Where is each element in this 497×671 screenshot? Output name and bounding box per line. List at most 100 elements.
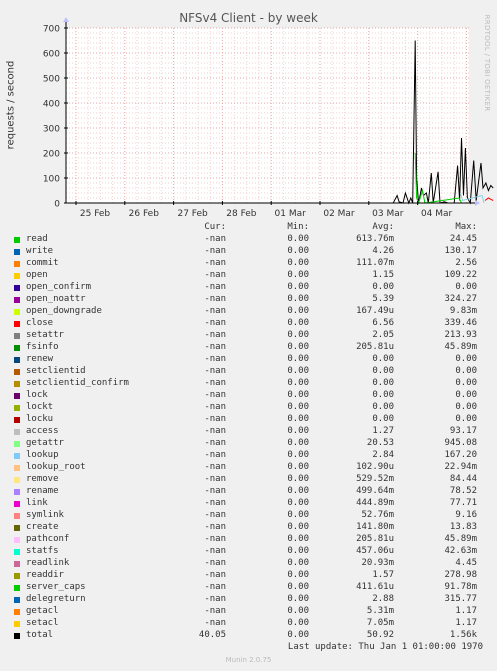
legend-cur: -nan xyxy=(204,330,226,340)
legend-swatch xyxy=(14,285,20,291)
legend-cur: -nan xyxy=(204,390,226,400)
x-tick-label: 01 Mar xyxy=(275,209,307,219)
legend-name: renew xyxy=(26,354,54,364)
munin-version: Munin 2.0.75 xyxy=(225,656,272,664)
y-tick-label: 600 xyxy=(43,50,60,60)
legend-name: commit xyxy=(26,258,59,268)
legend-swatch xyxy=(14,417,20,423)
legend-row: open_noattr -nan 0.00 5.39 324.27 xyxy=(0,294,497,306)
legend-row: lockt -nan 0.00 0.00 0.00 xyxy=(0,402,497,414)
legend-row: open_confirm -nan 0.00 0.00 0.00 xyxy=(0,282,497,294)
legend-avg: 457.06u xyxy=(356,546,394,556)
legend-avg: 20.93m xyxy=(361,558,394,568)
legend-swatch xyxy=(14,345,20,351)
legend-header-row: Cur: Min: Avg: Max: xyxy=(0,222,497,234)
legend-row: open -nan 0.00 1.15 109.22 xyxy=(0,270,497,282)
legend-max: 0.00 xyxy=(455,354,477,364)
legend-name: lookup_root xyxy=(26,462,86,472)
last-update: Last update: Thu Jan 1 01:00:00 1970 xyxy=(287,642,483,652)
legend-max: 45.89m xyxy=(444,342,477,352)
legend-name: link xyxy=(26,498,48,508)
legend-cur: -nan xyxy=(204,474,226,484)
legend-max: 1.17 xyxy=(455,618,477,628)
legend-avg: 0.00 xyxy=(372,282,394,292)
legend-cur: 40.05 xyxy=(198,630,226,640)
legend-swatch xyxy=(14,309,20,315)
legend-min: 0.00 xyxy=(287,354,309,364)
legend-row: rename -nan 0.00 499.64m 78.52 xyxy=(0,486,497,498)
legend-max: 84.44 xyxy=(449,474,477,484)
legend-avg: 5.39 xyxy=(372,294,394,304)
legend-cur: -nan xyxy=(204,378,226,388)
legend-max: 1.56k xyxy=(449,630,477,640)
legend-max: 0.00 xyxy=(455,282,477,292)
legend-row: create -nan 0.00 141.80m 13.83 xyxy=(0,522,497,534)
legend-name: create xyxy=(26,522,59,532)
legend-avg: 0.00 xyxy=(372,366,394,376)
legend-name: pathconf xyxy=(26,534,70,544)
x-tick-label: 04 Mar xyxy=(421,209,453,219)
legend-name: open_confirm xyxy=(26,282,92,292)
legend-cur: -nan xyxy=(204,354,226,364)
legend-swatch xyxy=(14,441,20,447)
legend-min: 0.00 xyxy=(287,522,309,532)
legend-swatch xyxy=(14,249,20,255)
legend-min: 0.00 xyxy=(287,594,309,604)
legend-swatch xyxy=(14,453,20,459)
legend-row: remove -nan 0.00 529.52m 84.44 xyxy=(0,474,497,486)
legend-min: 0.00 xyxy=(287,570,309,580)
legend-row: statfs -nan 0.00 457.06u 42.63m xyxy=(0,546,497,558)
legend-min: 0.00 xyxy=(287,450,309,460)
legend-swatch xyxy=(14,561,20,567)
legend-max: 0.00 xyxy=(455,390,477,400)
legend-swatch xyxy=(14,585,20,591)
legend-swatch xyxy=(14,513,20,519)
x-axis-arrow xyxy=(475,200,480,206)
legend-max: 91.78m xyxy=(444,582,477,592)
legend-max: 22.94m xyxy=(444,462,477,472)
legend-min: 0.00 xyxy=(287,390,309,400)
legend-avg: 0.00 xyxy=(372,390,394,400)
legend-max: 42.63m xyxy=(444,546,477,556)
y-tick-label: 100 xyxy=(43,175,60,185)
legend-max: 0.00 xyxy=(455,414,477,424)
legend-min: 0.00 xyxy=(287,282,309,292)
y-tick-label: 700 xyxy=(43,25,60,35)
legend-avg: 0.00 xyxy=(372,402,394,412)
legend-min: 0.00 xyxy=(287,366,309,376)
legend-row: locku -nan 0.00 0.00 0.00 xyxy=(0,414,497,426)
legend-name: lock xyxy=(26,390,48,400)
legend-cur: -nan xyxy=(204,258,226,268)
x-tick-label: 27 Feb xyxy=(177,209,208,219)
legend-swatch xyxy=(14,609,20,615)
legend-max: 167.20 xyxy=(444,450,477,460)
legend-avg: 5.31m xyxy=(366,606,394,616)
legend-swatch xyxy=(14,477,20,483)
legend-name: close xyxy=(26,318,54,328)
legend-swatch xyxy=(14,273,20,279)
legend-cur: -nan xyxy=(204,294,226,304)
legend-row: read -nan 0.00 613.76m 24.45 xyxy=(0,234,497,246)
legend-row: fsinfo -nan 0.00 205.81u 45.89m xyxy=(0,342,497,354)
legend-name: setclientid xyxy=(26,366,86,376)
legend-min: 0.00 xyxy=(287,510,309,520)
legend-swatch xyxy=(14,393,20,399)
legend-min: 0.00 xyxy=(287,486,309,496)
legend-max: 4.45 xyxy=(455,558,477,568)
legend-name: locku xyxy=(26,414,54,424)
legend-cur: -nan xyxy=(204,426,226,436)
legend-swatch xyxy=(14,369,20,375)
legend-row: pathconf -nan 0.00 205.81u 45.89m xyxy=(0,534,497,546)
legend-swatch xyxy=(14,489,20,495)
legend-name: delegreturn xyxy=(26,594,86,604)
legend-row: lookup_root -nan 0.00 102.90u 22.94m xyxy=(0,462,497,474)
legend-min: 0.00 xyxy=(287,294,309,304)
legend-avg: 205.81u xyxy=(356,534,394,544)
legend-swatch xyxy=(14,357,20,363)
legend-min: 0.00 xyxy=(287,630,309,640)
legend-max: 77.71 xyxy=(449,498,477,508)
legend-cur: -nan xyxy=(204,594,226,604)
legend-name: getacl xyxy=(26,606,59,616)
legend-row: setclientid -nan 0.00 0.00 0.00 xyxy=(0,366,497,378)
legend-row: getattr -nan 0.00 20.53 945.08 xyxy=(0,438,497,450)
